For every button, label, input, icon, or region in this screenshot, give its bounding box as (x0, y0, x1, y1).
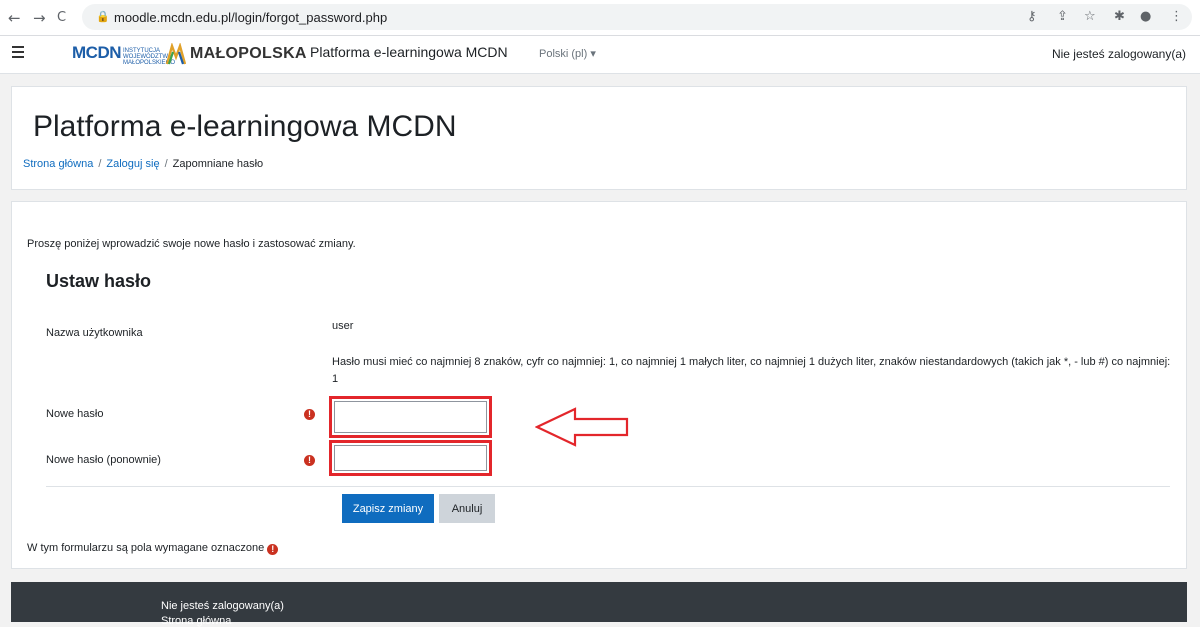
required-icon: ! (304, 409, 315, 420)
required-note: W tym formularzu są pola wymagane oznacz… (27, 542, 279, 555)
key-icon[interactable]: ⚷ (1027, 9, 1037, 24)
form-intro: Proszę poniżej wprowadzić swoje nowe has… (27, 238, 356, 250)
password-policy: Hasło musi mieć co najmniej 8 znaków, cy… (332, 356, 1171, 385)
breadcrumb-separator: / (164, 158, 168, 170)
main-content: Proszę poniżej wprowadzić swoje nowe has… (11, 201, 1187, 569)
mcdn-logo-subtitle: INSTYTUCJA WOJEWÓDZTWA MAŁOPOLSKIEGO (123, 48, 176, 66)
mcdn-logo[interactable]: MCDN (72, 43, 122, 63)
forward-arrow-icon[interactable]: → (33, 9, 46, 27)
breadcrumb-home[interactable]: Strona główna (23, 158, 93, 170)
new-password-input[interactable] (334, 401, 487, 433)
page-footer: Nie jesteś zalogowany(a) Strona główna (11, 582, 1187, 627)
breadcrumb-separator: / (98, 158, 102, 170)
divider (46, 486, 1170, 487)
left-arrow-icon (535, 407, 629, 447)
section-title: Ustaw hasło (46, 271, 152, 291)
required-icon: ! (267, 544, 279, 555)
share-icon[interactable]: ⇪ (1057, 9, 1068, 24)
browser-toolbar: ← → C 🔒 moodle.mcdn.edu.pl/login/forgot_… (0, 0, 1200, 36)
page-title: Platforma e-learningowa MCDN (33, 110, 457, 143)
more-vert-icon[interactable]: ⋮ (1170, 9, 1183, 24)
profile-icon[interactable]: ● (1140, 9, 1151, 24)
address-bar[interactable]: 🔒 moodle.mcdn.edu.pl/login/forgot_passwo… (82, 4, 1192, 30)
username-label: Nazwa użytkownika (46, 327, 143, 339)
site-navbar: MCDN INSTYTUCJA WOJEWÓDZTWA MAŁOPOLSKIEG… (0, 36, 1200, 74)
breadcrumb-login[interactable]: Zaloguj się (106, 158, 159, 170)
new-password-confirm-label: Nowe hasło (ponownie) (46, 454, 161, 466)
page-header: Platforma e-learningowa MCDN Strona głów… (11, 86, 1187, 190)
footer-login-info: Nie jesteś zalogowany(a) (161, 600, 284, 612)
star-icon[interactable]: ☆ (1084, 9, 1096, 24)
reload-icon[interactable]: C (57, 10, 66, 25)
language-selector[interactable]: Polski (pl) ▾ (539, 47, 596, 60)
highlight-box (329, 440, 492, 476)
username-value: user (332, 320, 354, 332)
breadcrumb: Strona główna / Zaloguj się / Zapomniane has… (23, 158, 263, 170)
cancel-button[interactable]: Anuluj (439, 494, 495, 523)
new-password-confirm-input[interactable] (334, 445, 487, 471)
malopolska-logo: MAŁOPOLSKA (190, 45, 307, 62)
required-note-text: W tym formularzu są pola wymagane oznacz… (27, 542, 265, 554)
site-name[interactable]: Platforma e-learningowa MCDN (310, 44, 508, 60)
hamburger-icon[interactable] (12, 46, 24, 61)
footer-home-link[interactable]: Strona główna (161, 615, 231, 627)
save-button[interactable]: Zapisz zmiany (342, 494, 434, 523)
login-info: Nie jesteś zalogowany(a) (1051, 47, 1186, 61)
back-arrow-icon[interactable]: ← (8, 9, 21, 27)
required-icon: ! (304, 455, 315, 466)
breadcrumb-current: Zapomniane hasło (172, 158, 264, 170)
url-text[interactable]: moodle.mcdn.edu.pl/login/forgot_password… (114, 10, 387, 25)
highlight-box (329, 396, 492, 438)
new-password-label: Nowe hasło (46, 408, 104, 420)
puzzle-icon[interactable]: ✱ (1114, 9, 1125, 24)
lock-icon[interactable]: 🔒 (96, 10, 110, 23)
malopolska-logo-mark (166, 43, 186, 65)
